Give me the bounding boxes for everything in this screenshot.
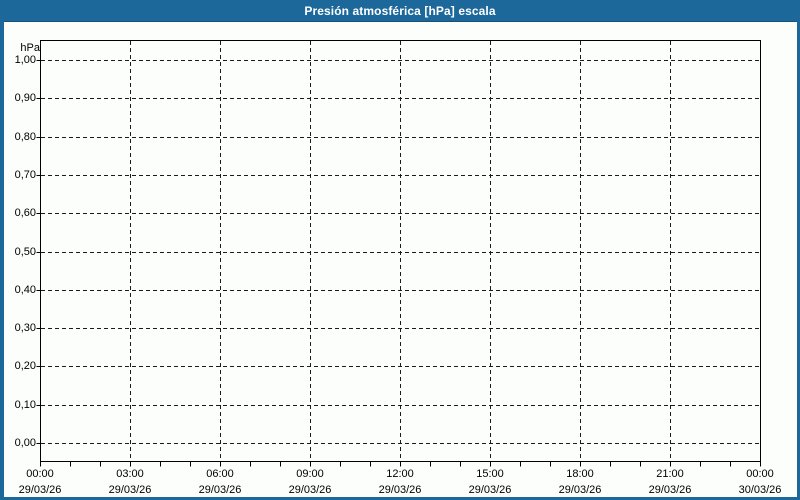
x-tick-time-label: 00:00 [26,468,54,480]
x-tick-time-label: 18:00 [566,468,594,480]
x-tick-date-label: 29/03/26 [468,484,512,496]
plot-canvas [36,40,761,467]
x-tick-date-label: 29/03/26 [18,484,62,496]
app-window: Presión atmosférica [hPa] escala hPa 1,0… [0,0,800,500]
y-tick-label: 0,70 [14,169,36,181]
x-tick-date-label: 29/03/26 [558,484,602,496]
x-tick-date-label: 29/03/26 [198,484,242,496]
x-tick-time-label: 12:00 [386,468,414,480]
x-tick-time-label: 09:00 [296,468,324,480]
x-tick-time-label: 06:00 [206,468,234,480]
y-tick-label: 0,90 [14,92,36,104]
x-tick-time-label: 03:00 [116,468,144,480]
y-tick-label: 0,10 [14,399,36,411]
y-tick-label: 0,20 [14,360,36,372]
y-tick-label: 0,00 [14,437,36,449]
x-tick-date-label: 29/03/26 [288,484,332,496]
x-tick-date-label: 29/03/26 [378,484,422,496]
y-tick-label: 0,50 [14,246,36,258]
x-tick-date-label: 30/03/26 [738,484,782,496]
y-tick-label: 0,60 [14,207,36,219]
x-tick-time-label: 15:00 [476,468,504,480]
y-tick-label: 0,40 [14,284,36,296]
x-tick-time-label: 00:00 [746,468,774,480]
y-tick-label: 0,30 [14,322,36,334]
x-tick-time-label: 21:00 [656,468,684,480]
x-tick-date-label: 29/03/26 [108,484,152,496]
y-tick-label: 1,00 [14,54,36,66]
y-tick-label: 0,80 [14,131,36,143]
x-tick-date-label: 29/03/26 [648,484,692,496]
